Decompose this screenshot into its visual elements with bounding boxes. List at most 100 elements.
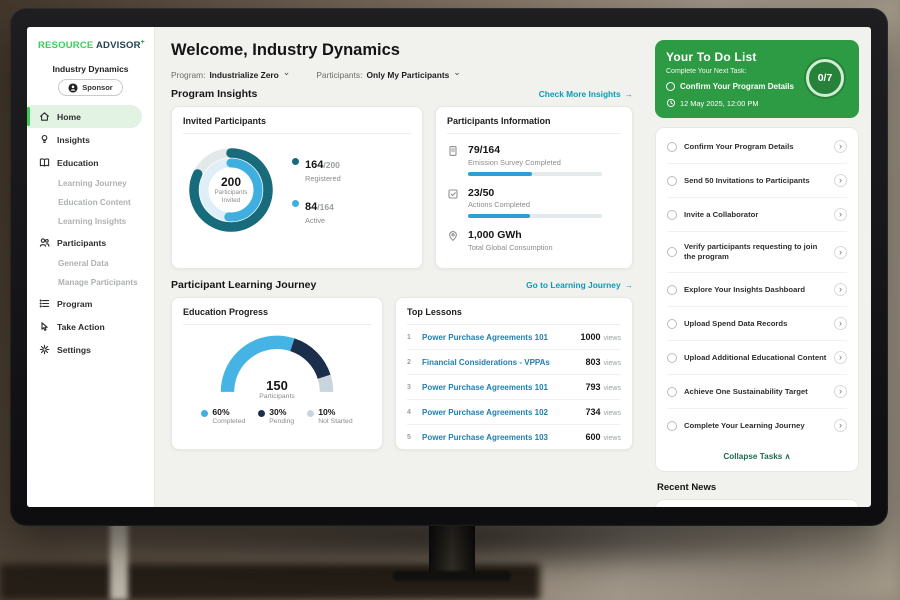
monitor-stand	[429, 524, 475, 574]
chevron-right-icon[interactable]: ›	[834, 385, 847, 398]
task-checkbox[interactable]	[667, 387, 677, 397]
lesson-title-link[interactable]: Power Purchase Agreements 101	[422, 333, 548, 342]
task-row[interactable]: Send 50 Invitations to Participants ›	[667, 164, 847, 198]
sidebar-item-learning-insights[interactable]: Learning Insights	[27, 212, 154, 231]
education-progress-card: Education Progress 150	[171, 297, 383, 450]
sidebar-item-home[interactable]: Home	[27, 105, 142, 128]
task-row[interactable]: Confirm Your Program Details ›	[667, 130, 847, 164]
task-label: Send 50 Invitations to Participants	[684, 176, 827, 186]
task-row[interactable]: Invite a Collaborator ›	[667, 198, 847, 232]
sidebar-item-education-content[interactable]: Education Content	[27, 193, 154, 212]
task-checkbox[interactable]	[667, 319, 677, 329]
sidebar-item-label: Insights	[57, 135, 90, 145]
sponsor-badge[interactable]: Sponsor	[58, 79, 122, 96]
sidebar-item-program[interactable]: Program	[27, 292, 154, 315]
task-checkbox[interactable]	[667, 421, 677, 431]
task-checkbox[interactable]	[667, 176, 677, 186]
sidebar-item-participants[interactable]: Participants	[27, 231, 154, 254]
task-label: Invite a Collaborator	[684, 210, 827, 220]
lesson-views-label: views	[603, 335, 621, 342]
task-checkbox[interactable]	[667, 247, 677, 257]
sidebar-nav: Home Insights Education Learning Journey…	[27, 105, 154, 361]
sidebar-item-general-data[interactable]: General Data	[27, 254, 154, 273]
lesson-title-link[interactable]: Power Purchase Agreements 102	[422, 408, 548, 417]
lesson-title-link[interactable]: Power Purchase Agreements 101	[422, 383, 548, 392]
stat-value: 79/164	[468, 144, 602, 156]
task-row[interactable]: Explore Your Insights Dashboard ›	[667, 273, 847, 307]
chevron-right-icon[interactable]: ›	[834, 351, 847, 364]
legend-not-started: 10% Not Started	[307, 407, 352, 425]
task-checkbox[interactable]	[667, 285, 677, 295]
section-title: Program Insights	[171, 88, 257, 100]
registered-total: /200	[323, 160, 340, 170]
insights-cards-row: Invited Participants 200	[171, 106, 633, 269]
registered-dot-icon	[292, 158, 299, 165]
chevron-right-icon[interactable]: ›	[834, 419, 847, 432]
arrow-right-icon: →	[625, 89, 633, 99]
sidebar-item-education[interactable]: Education	[27, 151, 154, 174]
task-label: Explore Your Insights Dashboard	[684, 285, 827, 295]
lesson-views-label: views	[603, 435, 621, 442]
task-checkbox[interactable]	[667, 142, 677, 152]
chevron-right-icon[interactable]: ›	[834, 208, 847, 221]
collapse-tasks-link[interactable]: Collapse Tasks ∧	[667, 442, 847, 469]
program-label: Program:	[171, 70, 205, 80]
sidebar-item-take-action[interactable]: Take Action	[27, 315, 154, 338]
todo-tasks-card: Confirm Your Program Details › Send 50 I…	[655, 127, 859, 472]
chevron-right-icon[interactable]: ›	[834, 140, 847, 153]
pointer-icon	[39, 321, 50, 332]
invited-participants-card: Invited Participants 200	[171, 106, 423, 269]
stat-global-consumption: 1,000 GWh Total Global Consumption	[447, 229, 621, 252]
sidebar-item-label: Take Action	[57, 322, 105, 332]
monitor-bezel: RESOURCE ADVISOR+ Industry Dynamics Spon…	[10, 8, 888, 526]
sidebar-item-insights[interactable]: Insights	[27, 128, 154, 151]
task-row[interactable]: Verify participants requesting to join t…	[667, 232, 847, 273]
program-dropdown[interactable]: Program: Industrialize Zero ⌄	[171, 69, 290, 80]
registered-label: Registered	[305, 174, 341, 183]
todo-next-task-label: Confirm Your Program Details	[680, 82, 794, 91]
chevron-right-icon[interactable]: ›	[834, 317, 847, 330]
lesson-title-link[interactable]: Financial Considerations - VPPAs	[422, 358, 550, 367]
lesson-rank: 4	[407, 409, 415, 416]
lesson-views: 803	[585, 357, 600, 367]
clipboard-icon	[447, 144, 459, 176]
legend-pending: 30% Pending	[258, 407, 294, 425]
lesson-row: 4 Power Purchase Agreements 102 734views	[407, 400, 621, 425]
task-checkbox[interactable]	[667, 210, 677, 220]
chevron-down-icon: ⌄	[453, 67, 461, 78]
legend-pct: 60%	[212, 407, 245, 417]
task-row[interactable]: Achieve One Sustainability Target ›	[667, 375, 847, 409]
chevron-right-icon[interactable]: ›	[834, 246, 847, 259]
program-insights-header: Program Insights Check More Insights →	[171, 88, 633, 100]
task-label: Confirm Your Program Details	[684, 142, 827, 152]
check-more-insights-link[interactable]: Check More Insights →	[539, 89, 633, 99]
chevron-right-icon[interactable]: ›	[834, 283, 847, 296]
monitor-stand-base	[393, 571, 511, 581]
lesson-views-label: views	[603, 410, 621, 417]
lesson-title-link[interactable]: Power Purchase Agreements 103	[422, 433, 548, 442]
person-icon	[68, 83, 78, 93]
sidebar-item-learning-journey[interactable]: Learning Journey	[27, 174, 154, 193]
link-label: Go to Learning Journey	[526, 280, 620, 290]
task-row[interactable]: Complete Your Learning Journey ›	[667, 409, 847, 442]
completed-dot-icon	[201, 410, 208, 417]
task-checkbox[interactable]	[667, 353, 677, 363]
todo-next-task[interactable]: Confirm Your Program Details	[666, 82, 811, 91]
link-label: Check More Insights	[539, 89, 621, 99]
go-to-learning-journey-link[interactable]: Go to Learning Journey →	[526, 280, 633, 290]
task-row[interactable]: Upload Additional Educational Content ›	[667, 341, 847, 375]
task-row[interactable]: Upload Spend Data Records ›	[667, 307, 847, 341]
participants-dropdown[interactable]: Participants: Only My Participants ⌄	[316, 69, 460, 80]
sidebar-item-manage-participants[interactable]: Manage Participants	[27, 273, 154, 292]
task-checkbox[interactable]	[666, 82, 675, 91]
sponsor-badge-label: Sponsor	[82, 83, 112, 92]
actions-progress-bar	[468, 214, 602, 218]
todo-due-text: 12 May 2025, 12:00 PM	[680, 99, 758, 108]
chevron-right-icon[interactable]: ›	[834, 174, 847, 187]
arrow-right-icon: →	[625, 280, 633, 290]
book-icon	[39, 157, 50, 168]
stat-value: 1,000 GWh	[468, 229, 553, 241]
sidebar-item-settings[interactable]: Settings	[27, 338, 154, 361]
lesson-row: 3 Power Purchase Agreements 101 793views	[407, 375, 621, 400]
section-title: Participant Learning Journey	[171, 279, 316, 291]
